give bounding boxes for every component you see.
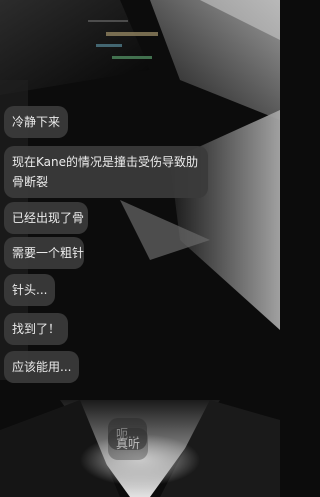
message-text: 应该能用... [12,360,72,374]
message-text: 找到了！ [12,322,61,336]
message-bubble-1: 冷静下来 [4,106,69,138]
message-text: 针头... [12,283,48,297]
message-text: 现在Kane的情况是撞击受伤导致肋骨断裂 [12,155,199,189]
message-text: 已经出现了骨 [12,211,85,225]
message-bubble-2: 现在Kane的情况是撞击受伤导致肋骨断裂 [4,146,208,198]
message-bubble-6: 找到了！ [4,313,69,345]
message-bubble-7: 应该能用... [4,351,80,383]
message-text: 需要一个粗针 [12,246,84,260]
message-text: 真听 [116,437,141,451]
message-bubble-9: 真听 [108,428,149,460]
background-scene: 冷静下来 现在Kane的情况是撞击受伤导致肋骨断裂 已经出现了骨 需要一个粗针 … [0,0,280,497]
message-bubble-3: 已经出现了骨 [4,202,88,234]
message-bubble-5: 针头... [4,274,56,306]
message-text: 冷静下来 [12,115,61,129]
message-bubble-4: 需要一个粗针 [4,237,84,269]
